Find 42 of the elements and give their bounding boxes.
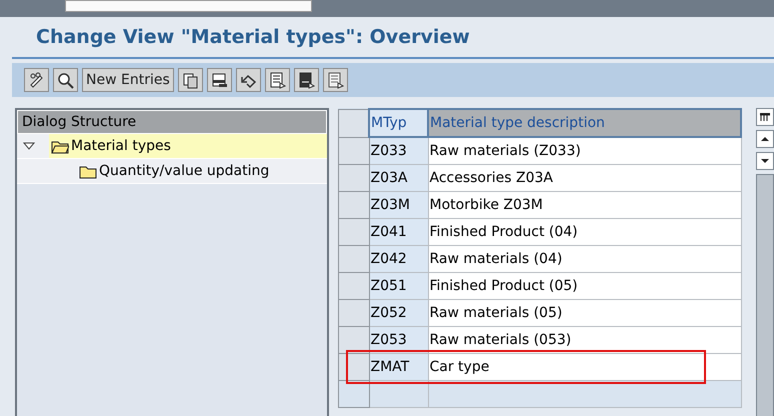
- command-field[interactable]: [65, 0, 312, 12]
- tree-item[interactable]: Material types: [49, 134, 327, 158]
- table-cell: Finished Product (05): [428, 272, 741, 300]
- collapse-icon[interactable]: [23, 141, 35, 151]
- folder-icon: [51, 138, 69, 154]
- table-cell: Finished Product (04): [428, 218, 741, 246]
- page-title: Change View "Material types": Overview: [12, 17, 774, 59]
- table-cell: Raw materials (Z033): [428, 137, 741, 164]
- table-cell: Motorbike Z03M: [428, 192, 741, 218]
- table-cell: Z033: [369, 137, 428, 164]
- magnifier-icon[interactable]: [53, 68, 78, 92]
- table-cell: Z042: [369, 246, 428, 272]
- column-settings-icon[interactable]: [756, 108, 774, 126]
- copy-icon[interactable]: [178, 68, 203, 92]
- folder-icon: [79, 164, 97, 178]
- row-selector[interactable]: [338, 326, 369, 354]
- table-cell: Accessories Z03A: [428, 164, 741, 192]
- select-all-cell[interactable]: [338, 109, 369, 137]
- panel-header: Dialog Structure: [17, 110, 327, 134]
- column-header[interactable]: MTyp: [369, 109, 428, 137]
- table-cell: Z051: [369, 272, 428, 300]
- glasses-pencil-icon[interactable]: [24, 68, 49, 92]
- triangle-up-icon: [760, 135, 770, 143]
- deselect-all-icon[interactable]: [322, 68, 348, 92]
- table-cell: Z03A: [369, 164, 428, 192]
- column-header[interactable]: Material type description: [428, 109, 741, 137]
- scroll-up-button[interactable]: [756, 130, 774, 148]
- triangle-down-icon: [760, 157, 770, 165]
- new-entries-button[interactable]: New Entries: [82, 68, 174, 92]
- table-cell: Car type: [428, 354, 741, 380]
- row-selector[interactable]: [338, 354, 369, 380]
- scroll-down-button[interactable]: [756, 152, 774, 170]
- table-cell: Raw materials (04): [428, 246, 741, 272]
- scrollbar-track[interactable]: [756, 174, 774, 416]
- table-cell: Z041: [369, 218, 428, 246]
- select-block-icon[interactable]: [294, 68, 319, 92]
- table-cell: Raw materials (05): [428, 300, 741, 326]
- undo-icon[interactable]: [236, 68, 261, 92]
- delete-row-icon[interactable]: [206, 68, 232, 92]
- table-cell: Z052: [369, 300, 428, 326]
- select-all-icon[interactable]: [264, 68, 290, 92]
- table-cell: Z03M: [369, 192, 428, 218]
